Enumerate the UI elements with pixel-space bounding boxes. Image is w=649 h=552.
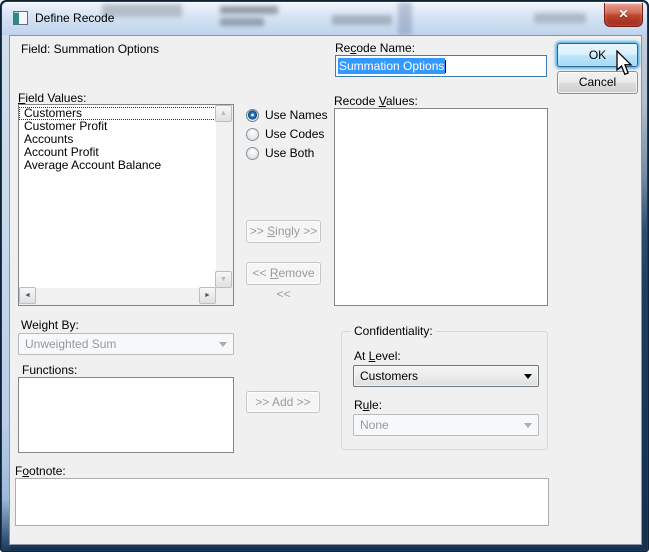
confidentiality-label: Confidentiality: xyxy=(351,324,436,338)
list-item[interactable]: Average Account Balance xyxy=(19,159,216,172)
background-artifact xyxy=(220,18,264,26)
field-info-label: Field: Summation Options xyxy=(21,42,159,56)
weight-by-label: Weight By: xyxy=(21,318,79,332)
rule-dropdown: None xyxy=(353,414,539,436)
footnote-label: Footnote: xyxy=(15,464,66,478)
recode-name-label: Recode Name: xyxy=(335,41,415,55)
chevron-down-icon xyxy=(524,374,532,379)
close-button[interactable]: ✕ xyxy=(604,3,643,27)
define-recode-dialog: Define Recode ✕ Field: Summation Options… xyxy=(0,0,649,552)
close-icon: ✕ xyxy=(618,7,628,21)
ok-button[interactable]: OK xyxy=(557,43,638,67)
horizontal-scrollbar[interactable]: ◄ ► xyxy=(19,288,216,305)
selected-text: Summation Options xyxy=(338,58,445,74)
dialog-content: Field: Summation Options Recode Name: Su… xyxy=(9,35,642,545)
recode-values-listbox[interactable] xyxy=(334,108,548,306)
functions-label: Functions: xyxy=(22,363,77,377)
radio-use-both[interactable]: Use Both xyxy=(246,146,314,160)
add-button: >> Add >> xyxy=(246,391,320,413)
radio-icon xyxy=(246,109,259,122)
text-caret xyxy=(445,60,446,73)
recode-values-label: Recode Values: xyxy=(334,94,418,108)
chevron-down-icon xyxy=(219,342,227,347)
titlebar[interactable]: Define Recode ✕ xyxy=(2,2,647,35)
window-title: Define Recode xyxy=(35,11,114,25)
recode-name-input[interactable]: Summation Options xyxy=(335,55,547,77)
background-artifact xyxy=(398,2,412,35)
singly-button: >> Singly >> xyxy=(246,220,321,243)
field-values-listbox[interactable]: Customers Customer Profit Accounts Accou… xyxy=(18,104,234,306)
vertical-scrollbar[interactable]: ▲ ▼ xyxy=(216,105,233,288)
scroll-left-icon[interactable]: ◄ xyxy=(19,287,36,304)
radio-icon xyxy=(246,128,259,141)
radio-icon xyxy=(246,147,259,160)
functions-listbox[interactable] xyxy=(18,377,234,453)
background-artifact xyxy=(534,13,586,23)
radio-use-names[interactable]: Use Names xyxy=(246,108,328,122)
background-artifact xyxy=(332,15,392,25)
screen: Define Recode ✕ Field: Summation Options… xyxy=(0,0,649,552)
field-values-label: Field Values: xyxy=(18,91,87,105)
footnote-input[interactable] xyxy=(15,478,549,526)
scroll-down-icon[interactable]: ▼ xyxy=(215,271,232,288)
at-level-dropdown[interactable]: Customers xyxy=(353,365,539,387)
confidentiality-group: Confidentiality: At Level: Customers Rul… xyxy=(341,331,548,450)
weight-by-dropdown: Unweighted Sum xyxy=(18,333,234,355)
radio-use-codes[interactable]: Use Codes xyxy=(246,127,324,141)
field-values-items: Customers Customer Profit Accounts Accou… xyxy=(19,105,216,288)
at-level-label: At Level: xyxy=(354,349,401,363)
remove-button: << Remove << xyxy=(246,262,321,285)
chevron-down-icon xyxy=(524,423,532,428)
background-artifact xyxy=(220,6,278,14)
cancel-button[interactable]: Cancel xyxy=(557,71,638,94)
scroll-up-icon[interactable]: ▲ xyxy=(215,105,232,122)
scrollbar-corner xyxy=(216,288,233,305)
scroll-right-icon[interactable]: ► xyxy=(199,287,216,304)
rule-label: Rule: xyxy=(354,398,382,412)
app-icon xyxy=(13,11,28,25)
